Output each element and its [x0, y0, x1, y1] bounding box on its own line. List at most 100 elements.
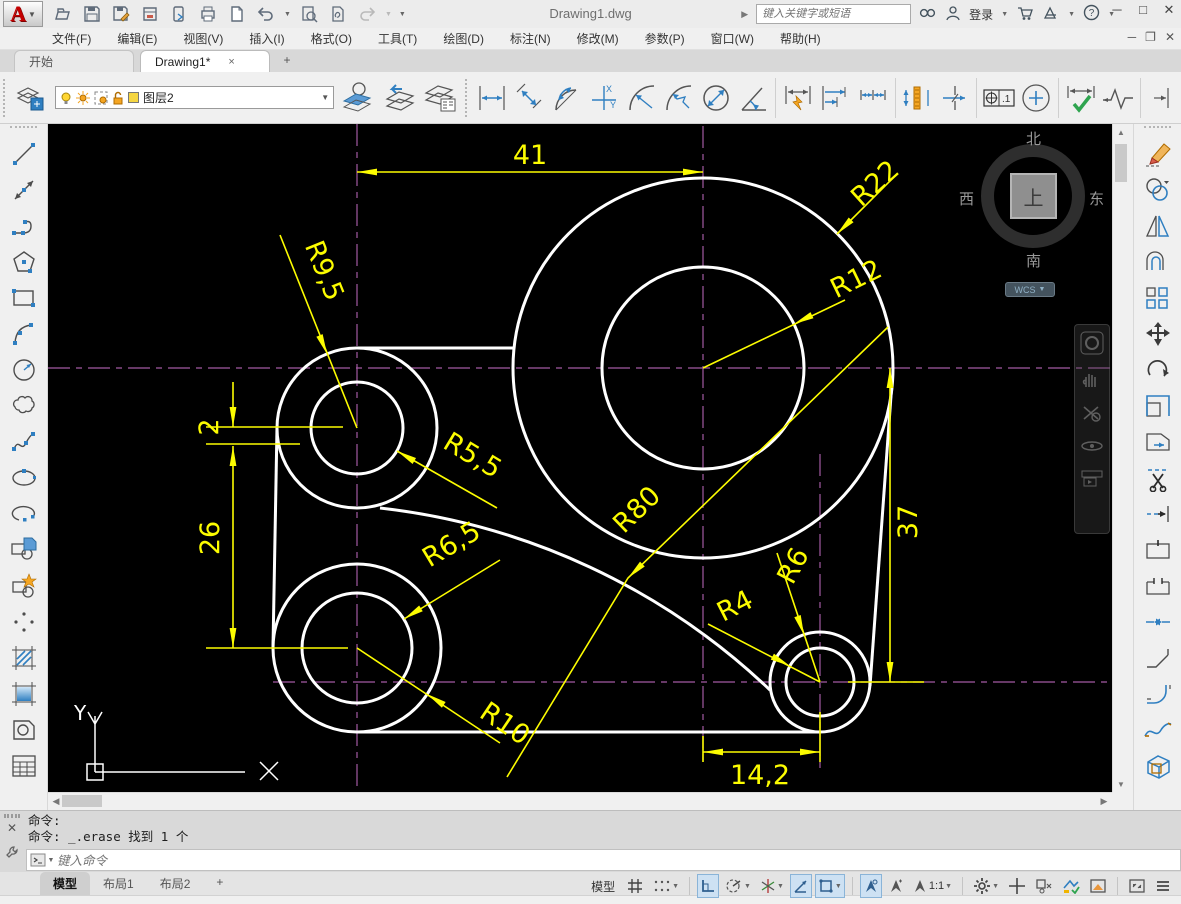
- revision-cloud-tool-button[interactable]: [0, 388, 48, 424]
- diameter-dimension-button[interactable]: [698, 76, 735, 120]
- arc-tool-button[interactable]: [0, 316, 48, 352]
- dimension-space-button[interactable]: [898, 76, 935, 120]
- dimension-toolbar-grip[interactable]: [465, 79, 471, 117]
- save-as-button[interactable]: [110, 3, 132, 25]
- exchange-store-icon[interactable]: [1016, 5, 1034, 24]
- a360-icon[interactable]: [1042, 5, 1060, 24]
- region-tool-button[interactable]: [0, 712, 48, 748]
- graphics-performance-button[interactable]: [1060, 875, 1082, 897]
- make-block-tool-button[interactable]: [0, 568, 48, 604]
- radius-dimension-button[interactable]: [623, 76, 660, 120]
- command-wrench-icon[interactable]: [5, 845, 26, 862]
- hatch-tool-button[interactable]: [0, 640, 48, 676]
- layout-tab-model[interactable]: 模型: [40, 872, 90, 895]
- center-mark-button[interactable]: [1018, 76, 1055, 120]
- copy-tool-button[interactable]: [1134, 172, 1181, 208]
- orbit-icon[interactable]: [1079, 437, 1105, 455]
- command-input[interactable]: [57, 853, 1180, 868]
- dim-142[interactable]: 14,2: [703, 712, 820, 791]
- isodraft-dropdown[interactable]: ▼: [777, 883, 784, 890]
- menu-format[interactable]: 格式(O): [311, 30, 352, 47]
- vertical-scrollbar[interactable]: ▲ ▼: [1112, 124, 1128, 792]
- application-menu-button[interactable]: A ▼: [3, 1, 43, 27]
- baseline-dimension-button[interactable]: [817, 76, 854, 120]
- dimension-edit-button[interactable]: [1144, 76, 1181, 120]
- snap-mode-toggle[interactable]: ▼: [651, 875, 681, 897]
- new-drawing-tab-button[interactable]: +: [278, 53, 296, 69]
- crosshair-size-button[interactable]: [1006, 875, 1028, 897]
- polar-dropdown[interactable]: ▼: [744, 883, 751, 890]
- command-prompt-icon[interactable]: ▼: [27, 850, 57, 870]
- menu-help[interactable]: 帮助(H): [780, 30, 821, 47]
- gradient-tool-button[interactable]: [0, 676, 48, 712]
- erase-tool-button[interactable]: [1134, 136, 1181, 172]
- recent-commands-dropdown[interactable]: ▼: [48, 857, 55, 864]
- attach-button[interactable]: [327, 3, 349, 25]
- break-tool-button[interactable]: [1134, 568, 1181, 604]
- jogged-dimension-button[interactable]: [660, 76, 697, 120]
- construction-line-tool-button[interactable]: [0, 172, 48, 208]
- dim-r80[interactable]: R80: [507, 327, 888, 777]
- offset-tool-button[interactable]: [1134, 244, 1181, 280]
- model-space-label[interactable]: 模型: [591, 878, 615, 895]
- join-tool-button[interactable]: [1134, 604, 1181, 640]
- chamfer-tool-button[interactable]: [1134, 640, 1181, 676]
- new-drawing-button[interactable]: [226, 3, 248, 25]
- move-tool-button[interactable]: [1134, 316, 1181, 352]
- redo-button[interactable]: [356, 3, 378, 25]
- help-icon[interactable]: ?: [1083, 4, 1100, 24]
- viewcube-top-face[interactable]: 上: [1010, 173, 1057, 219]
- spline-tool-button[interactable]: [0, 424, 48, 460]
- scroll-right-icon[interactable]: ▶: [1096, 793, 1112, 809]
- rotate-tool-button[interactable]: [1134, 352, 1181, 388]
- menu-insert[interactable]: 插入(I): [249, 30, 284, 47]
- layer-dropdown[interactable]: 图层2 ▼: [55, 86, 334, 109]
- dimension-jog-line-button[interactable]: [1099, 76, 1136, 120]
- viewcube-east[interactable]: 东: [1089, 188, 1104, 209]
- draw-toolbar-grip[interactable]: [10, 126, 37, 134]
- polyline-tool-button[interactable]: [0, 208, 48, 244]
- sign-in-dropdown[interactable]: ▼: [1001, 11, 1008, 18]
- layer-properties-button[interactable]: [12, 76, 51, 120]
- a360-dropdown[interactable]: ▼: [1068, 11, 1075, 18]
- viewcube[interactable]: 北 南 西 东 上: [965, 132, 1105, 282]
- preview-button[interactable]: [298, 3, 320, 25]
- dim-41[interactable]: 41: [357, 140, 703, 175]
- maximize-button[interactable]: □: [1135, 2, 1151, 18]
- mirror-tool-button[interactable]: [1134, 208, 1181, 244]
- dim-r55[interactable]: R5,5: [395, 427, 507, 508]
- continue-dimension-button[interactable]: [854, 76, 891, 120]
- command-input-row[interactable]: ▼: [26, 849, 1181, 871]
- modify-toolbar-grip[interactable]: [1144, 126, 1171, 134]
- stretch-tool-button[interactable]: [1134, 424, 1181, 460]
- pan-hand-icon[interactable]: [1080, 369, 1104, 389]
- table-tool-button[interactable]: [0, 748, 48, 784]
- viewcube-south[interactable]: 南: [1026, 250, 1041, 271]
- tab-start[interactable]: 开始: [14, 50, 134, 72]
- isolate-objects-button[interactable]: [1033, 875, 1055, 897]
- scroll-up-icon[interactable]: ▲: [1113, 124, 1129, 140]
- aligned-dimension-button[interactable]: [511, 76, 548, 120]
- dimensions[interactable]: 41 R22 R12 R9,5: [194, 140, 924, 791]
- object-snap-dropdown[interactable]: ▼: [835, 883, 842, 890]
- showmotion-icon[interactable]: [1080, 469, 1104, 487]
- annotation-scale-dropdown[interactable]: ▼: [945, 883, 952, 890]
- new-layout-button[interactable]: +: [203, 872, 236, 895]
- dimension-update-button[interactable]: [1062, 76, 1099, 120]
- open-button[interactable]: [52, 3, 74, 25]
- dimension-break-button[interactable]: [936, 76, 973, 120]
- undo-button[interactable]: [255, 3, 277, 25]
- menu-dimension[interactable]: 标注(N): [510, 30, 551, 47]
- redo-dropdown[interactable]: ▼: [385, 11, 392, 18]
- scale-tool-button[interactable]: [1134, 388, 1181, 424]
- layer-toolbar-grip[interactable]: [3, 79, 9, 117]
- dim-r10[interactable]: R10: [357, 648, 535, 752]
- user-icon[interactable]: [945, 5, 961, 24]
- customization-menu-button[interactable]: [1153, 875, 1173, 897]
- horizontal-scroll-thumb[interactable]: [62, 795, 102, 807]
- dim-2[interactable]: 2: [194, 382, 343, 466]
- menu-tools[interactable]: 工具(T): [378, 30, 417, 47]
- tab-drawing1[interactable]: Drawing1* ×: [140, 50, 270, 72]
- viewcube-west[interactable]: 西: [959, 188, 974, 209]
- search-icon[interactable]: [919, 5, 937, 24]
